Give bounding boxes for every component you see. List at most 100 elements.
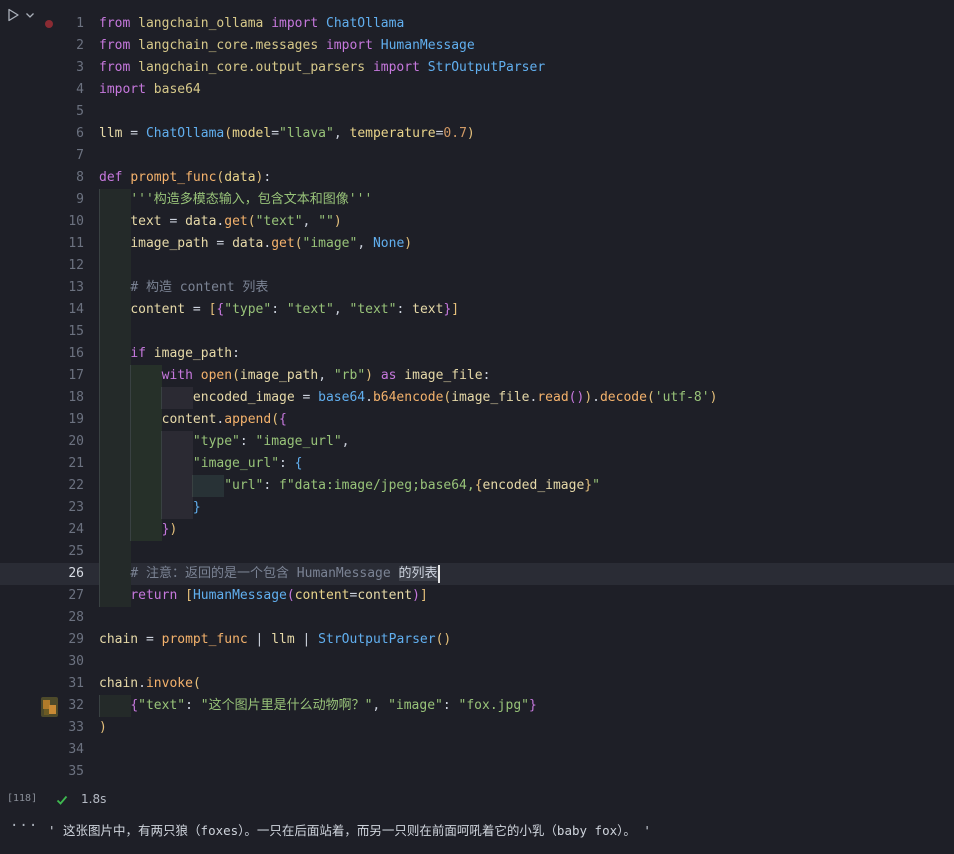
code-token: ( bbox=[294, 236, 303, 251]
code-token: , bbox=[341, 434, 350, 449]
code-line[interactable]: 12 bbox=[0, 255, 954, 277]
line-number: 34 bbox=[68, 742, 84, 757]
code-token: () bbox=[435, 632, 452, 647]
line-number: 3 bbox=[76, 60, 84, 75]
line-number: 4 bbox=[76, 82, 84, 97]
code-token: , bbox=[333, 126, 350, 141]
code-line[interactable]: 1 from langchain_ollama import ChatOllama bbox=[0, 13, 954, 35]
code-token: ( bbox=[646, 390, 655, 405]
code-text: "image_url": { bbox=[99, 453, 303, 475]
code-text: content = [{"type": "text", "text": text… bbox=[99, 299, 459, 321]
line-number: 29 bbox=[68, 632, 84, 647]
code-line[interactable]: 35 bbox=[0, 761, 954, 783]
code-line[interactable]: 9 '''构造多模态输入，包含文本和图像''' bbox=[0, 189, 954, 211]
code-line[interactable]: 31 chain.invoke( bbox=[0, 673, 954, 695]
line-number: 23 bbox=[68, 500, 84, 515]
code-line[interactable]: 8 def prompt_func(data): bbox=[0, 167, 954, 189]
code-line[interactable]: 28 bbox=[0, 607, 954, 629]
code-line[interactable]: 10 text = data.get("text", "") bbox=[0, 211, 954, 233]
line-number: 20 bbox=[68, 434, 84, 449]
code-token: b64encode bbox=[372, 390, 444, 405]
code-token: open bbox=[200, 368, 233, 383]
code-line[interactable]: 32 {"text": "这个图片里是什么动物啊？", "image": "fo… bbox=[0, 695, 954, 717]
code-token: "text" bbox=[349, 302, 397, 317]
code-token: None bbox=[372, 236, 405, 251]
line-number: 15 bbox=[68, 324, 84, 339]
code-token: = bbox=[122, 126, 146, 141]
code-line[interactable]: 20 "type": "image_url", bbox=[0, 431, 954, 453]
code-line[interactable]: 13 # 构造 content 列表 bbox=[0, 277, 954, 299]
code-token: content bbox=[130, 302, 186, 317]
code-token: . bbox=[365, 390, 373, 405]
code-text: "type": "image_url", bbox=[99, 431, 350, 453]
code-token: # 注意：返回的是一个包含 HumanMessage bbox=[130, 566, 399, 581]
indent-guide bbox=[99, 255, 131, 277]
code-line[interactable]: 34 bbox=[0, 739, 954, 761]
code-line[interactable]: 6 llm = ChatOllama(model="llava", tempera… bbox=[0, 123, 954, 145]
code-line[interactable]: 33) bbox=[0, 717, 954, 739]
code-text: from langchain_ollama import ChatOllama bbox=[99, 13, 404, 35]
code-token: ) bbox=[169, 522, 178, 537]
code-token: ( bbox=[224, 126, 233, 141]
code-line[interactable]: 22 "url": f"data:image/jpeg;base64,{enco… bbox=[0, 475, 954, 497]
code-line[interactable]: 11 image_path = data.get("image", None) bbox=[0, 233, 954, 255]
code-token: image_path bbox=[130, 236, 209, 251]
code-token: image_file bbox=[404, 368, 483, 383]
code-text: with open(image_path, "rb") as image_fil… bbox=[99, 365, 491, 387]
code-line[interactable]: 17 with open(image_path, "rb") as image_… bbox=[0, 365, 954, 387]
line-number: 12 bbox=[68, 258, 84, 273]
code-token: " bbox=[592, 478, 600, 493]
code-token: "type" bbox=[192, 434, 240, 449]
more-icon[interactable]: ··· bbox=[10, 818, 38, 834]
cell-status-bar: [118] 1.8s bbox=[0, 790, 954, 810]
code-line[interactable]: 24 }) bbox=[0, 519, 954, 541]
code-line[interactable]: 14 content = [{"type": "text", "text": t… bbox=[0, 299, 954, 321]
code-token: ) bbox=[365, 368, 373, 383]
code-line[interactable]: 16 if image_path: bbox=[0, 343, 954, 365]
code-line[interactable]: 15 bbox=[0, 321, 954, 343]
code-line[interactable]: 25 bbox=[0, 541, 954, 563]
code-token: : bbox=[482, 368, 491, 383]
line-number: 18 bbox=[68, 390, 84, 405]
code-line[interactable]: 4 import base64 bbox=[0, 79, 954, 101]
code-editor[interactable]: 1 from langchain_ollama import ChatOllama… bbox=[0, 13, 954, 783]
line-number: 7 bbox=[76, 148, 84, 163]
code-token: text bbox=[130, 214, 162, 229]
code-line[interactable]: 2 from langchain_core.messages import Hum… bbox=[0, 35, 954, 57]
code-token: : bbox=[396, 302, 413, 317]
code-token: chain bbox=[99, 632, 139, 647]
code-line[interactable]: 5 bbox=[0, 101, 954, 123]
code-line[interactable]: 30 bbox=[0, 651, 954, 673]
line-number: 6 bbox=[76, 126, 84, 141]
code-line[interactable]: 21 "image_url": { bbox=[0, 453, 954, 475]
code-token: image_path bbox=[239, 368, 319, 383]
line-number: 17 bbox=[68, 368, 84, 383]
code-line[interactable]: 19 content.append({ bbox=[0, 409, 954, 431]
code-line[interactable]: 7 bbox=[0, 145, 954, 167]
code-token: 的列表 bbox=[398, 566, 438, 581]
code-token: "text" bbox=[286, 302, 334, 317]
code-token: , bbox=[333, 302, 350, 317]
code-line[interactable]: 29 chain = prompt_func | llm | StrOutputP… bbox=[0, 629, 954, 651]
code-token: : bbox=[442, 698, 459, 713]
code-line[interactable]: 23 } bbox=[0, 497, 954, 519]
code-token: invoke bbox=[145, 676, 193, 691]
code-line[interactable]: 27 return [HumanMessage(content=content)… bbox=[0, 585, 954, 607]
code-line[interactable]: 3 from langchain_core.output_parsers impo… bbox=[0, 57, 954, 79]
line-number: 32 bbox=[68, 698, 84, 713]
code-token: ] bbox=[419, 588, 428, 603]
code-line[interactable]: 18 encoded_image = base64.b64encode(imag… bbox=[0, 387, 954, 409]
line-number: 31 bbox=[68, 676, 84, 691]
code-token: [ bbox=[185, 588, 193, 603]
code-line[interactable]: 26 # 注意：返回的是一个包含 HumanMessage 的列表 bbox=[0, 563, 954, 585]
code-token: = bbox=[271, 126, 280, 141]
code-token: ) bbox=[412, 588, 420, 603]
